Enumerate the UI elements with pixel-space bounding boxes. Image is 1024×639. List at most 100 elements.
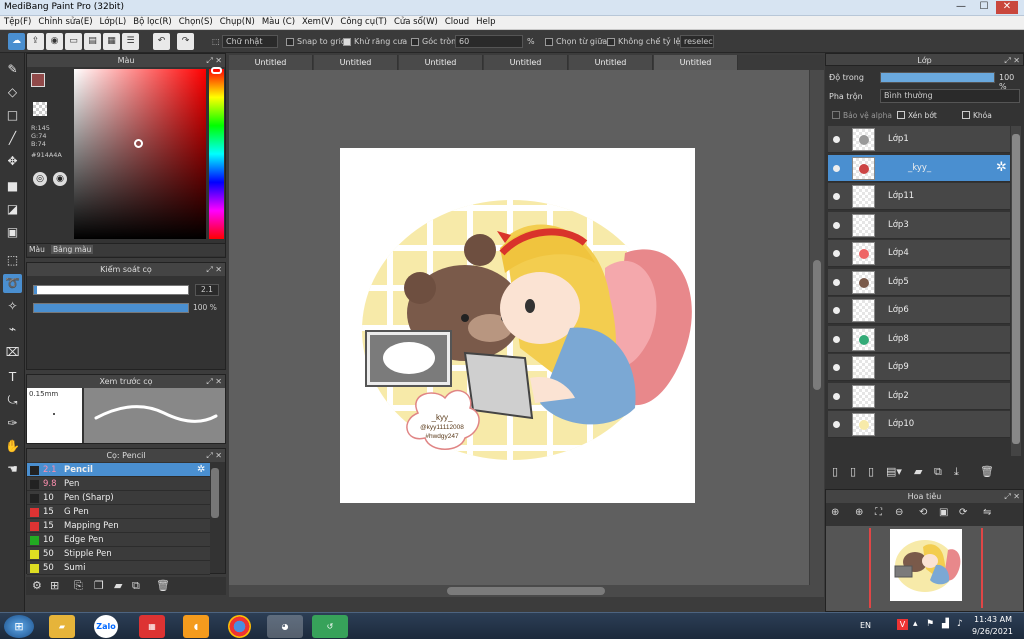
brush-size-value[interactable]: 2.1 — [195, 284, 219, 296]
lasso-tool-icon[interactable]: ➰ — [3, 274, 22, 293]
vertical-scrollbar[interactable] — [810, 70, 824, 585]
snap-checkbox[interactable] — [286, 38, 294, 46]
layer-row[interactable]: _kyy_ ✲ — [828, 154, 1010, 182]
brush-item[interactable]: 15 Mapping Pen — [27, 519, 210, 533]
line-tool-icon[interactable]: ╱ — [3, 129, 22, 148]
zoom-in-alt-icon[interactable]: ⊕ — [855, 507, 863, 518]
chat-icon[interactable]: ▭ — [65, 33, 82, 50]
zoom-in-icon[interactable]: ⊕ — [831, 507, 839, 518]
zalo-icon[interactable]: Zalo — [94, 615, 118, 638]
protect-alpha-checkbox[interactable] — [832, 111, 840, 119]
layer-scroll-thumb[interactable] — [1012, 134, 1020, 444]
layer-visibility-icon[interactable] — [833, 193, 840, 200]
delete-layer-icon[interactable]: 🗑 — [980, 465, 994, 478]
rectangle-tool-icon[interactable]: □ — [3, 106, 22, 125]
layer-row[interactable]: Lớp4 — [828, 240, 1010, 267]
layer-visibility-icon[interactable] — [833, 164, 840, 172]
layer-row[interactable]: Lớp9 — [828, 354, 1010, 381]
ratio-checkbox[interactable] — [607, 38, 615, 46]
brush-duplicate-icon[interactable]: ❐ — [94, 579, 104, 592]
brush-size-slider[interactable] — [33, 285, 189, 295]
fill-rect-icon[interactable]: ■ — [3, 177, 22, 196]
palette-add-icon[interactable]: ◉ — [53, 172, 67, 186]
brush-item[interactable]: 2.1 Pencil ✲ — [27, 463, 210, 477]
saturation-value-picker[interactable] — [74, 69, 206, 239]
panel-close-icon[interactable]: ⤢ ✕ — [206, 375, 222, 388]
zoom-out-icon[interactable]: ⊖ — [895, 507, 903, 518]
select-tool-icon[interactable]: ⬚ — [3, 251, 22, 270]
clock-time[interactable]: 11:43 AM — [974, 615, 1012, 624]
brush-item[interactable]: 9.8 Pen — [27, 477, 210, 491]
layer-row[interactable]: Lớp8 — [828, 325, 1010, 353]
select-eraser-icon[interactable]: ⌧ — [3, 343, 22, 362]
menu-tools[interactable]: Công cụ(T) — [336, 16, 390, 27]
blend-mode-select[interactable]: Bình thường — [880, 89, 1020, 103]
brush-item[interactable]: 10 Edge Pen — [27, 533, 210, 547]
brush-item[interactable]: 50 Stipple Pen — [27, 547, 210, 561]
antialias-checkbox[interactable] — [343, 38, 351, 46]
brush-import-icon[interactable]: ⎘ — [74, 579, 83, 593]
hue-slider-thumb[interactable] — [211, 67, 222, 74]
close-button[interactable]: ✕ — [996, 1, 1018, 14]
layer-row[interactable]: Lớp6 — [828, 297, 1010, 324]
layer-row[interactable]: Lớp10 — [828, 411, 1010, 438]
language-indicator[interactable]: EN — [860, 621, 871, 630]
menu-window[interactable]: Cửa sổ(W) — [390, 16, 441, 27]
layer-settings-gear-icon[interactable]: ✲ — [996, 160, 1007, 175]
brush-add-icon[interactable]: ⊞ — [50, 579, 59, 592]
selection-shape-select[interactable]: Chữ nhật — [222, 35, 278, 48]
menu-snap[interactable]: Chụp(N) — [216, 16, 258, 27]
gradient-tool-icon[interactable]: ▣ — [3, 223, 22, 242]
brush-tool-icon[interactable]: ✎ — [3, 60, 22, 79]
new-layer-1bit-icon[interactable]: ▯ — [868, 465, 874, 478]
tab-untitled-6[interactable]: Untitled — [654, 55, 738, 70]
file-explorer-icon[interactable]: ▰ — [49, 615, 75, 638]
tab-untitled-1[interactable]: Untitled — [229, 55, 313, 70]
palette-icon[interactable]: ◎ — [33, 172, 47, 186]
main-color-swatch[interactable] — [31, 73, 45, 87]
list-icon[interactable]: ☰ — [122, 33, 139, 50]
fit-screen-icon[interactable]: ⛶ — [875, 507, 882, 518]
app2-task-icon[interactable]: ↺ — [312, 615, 348, 638]
menu-help[interactable]: Help — [472, 16, 498, 27]
layer-menu-icon[interactable]: ▤▾ — [886, 465, 902, 478]
flip-icon[interactable]: ⇋ — [983, 507, 991, 518]
layer-visibility-icon[interactable] — [833, 221, 840, 229]
layer-row[interactable]: Lớp3 — [828, 211, 1010, 239]
brush-settings-icon[interactable]: ⚙ — [32, 579, 42, 592]
document-icon[interactable]: ▤ — [84, 33, 101, 50]
layer-visibility-icon[interactable] — [833, 392, 840, 400]
eyedropper-icon[interactable]: ✑ — [3, 414, 22, 433]
minimize-button[interactable]: — — [950, 1, 972, 14]
panel-close-icon[interactable]: ⤢ ✕ — [206, 54, 222, 67]
layer-visibility-icon[interactable] — [833, 278, 840, 286]
start-button[interactable]: ⊞ — [4, 615, 34, 638]
chrome-icon[interactable] — [228, 615, 251, 638]
undo-icon[interactable]: ↶ — [153, 33, 170, 50]
color-picker-cursor[interactable] — [134, 139, 143, 148]
brush-settings-gear-icon[interactable]: ✲ — [197, 464, 205, 475]
text-tool-icon[interactable]: T — [3, 368, 22, 387]
navigator-preview-area[interactable] — [826, 526, 1023, 611]
layer-visibility-icon[interactable] — [833, 364, 840, 371]
tray-up-arrow-icon[interactable]: ▴ — [913, 619, 918, 629]
tab-untitled-4[interactable]: Untitled — [484, 55, 568, 70]
panel-close-icon[interactable]: ⤢ ✕ — [206, 449, 222, 462]
menu-layer[interactable]: Lớp(L) — [96, 16, 130, 27]
brush-opacity-slider[interactable] — [33, 303, 189, 313]
corner-value-input[interactable]: 60 — [455, 35, 523, 48]
new-layer-8bit-icon[interactable]: ▯ — [850, 465, 856, 478]
magic-wand-icon[interactable]: ✧ — [3, 297, 22, 316]
fit-icon[interactable]: ▣ — [939, 507, 948, 518]
tray-v-icon[interactable]: V — [897, 619, 908, 630]
app-icon[interactable]: ▦ — [139, 615, 165, 638]
menu-filter[interactable]: Bộ lọc(R) — [129, 16, 175, 27]
comment-icon[interactable]: ◉ — [46, 33, 63, 50]
select-pen-icon[interactable]: ⌁ — [3, 320, 22, 339]
brush-item[interactable]: 50 Sumi — [27, 561, 210, 575]
reselect-button[interactable]: reselec — [680, 35, 714, 48]
menu-edit[interactable]: Chỉnh sửa(E) — [34, 16, 95, 27]
zoom-hand-icon[interactable]: ☚ — [3, 460, 22, 479]
brush-list-scrollbar[interactable] — [211, 468, 219, 518]
redo-icon[interactable]: ↷ — [177, 33, 194, 50]
